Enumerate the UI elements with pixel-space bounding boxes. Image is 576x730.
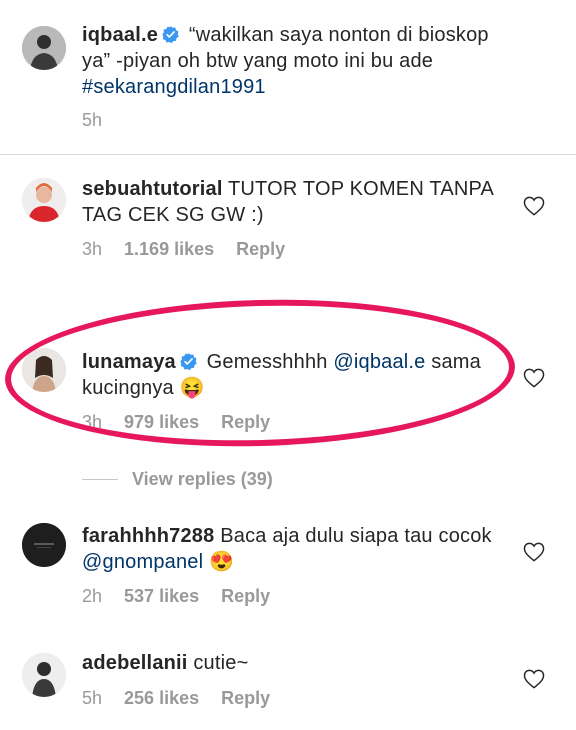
heart-outline-icon[interactable]: [523, 196, 545, 216]
avatar[interactable]: [22, 348, 66, 392]
timestamp: 3h: [82, 412, 103, 432]
username[interactable]: sebuahtutorial: [82, 178, 223, 200]
timestamp: 5h: [82, 688, 103, 708]
verified-badge-icon: [162, 24, 179, 44]
comment-item: farahhhh7288 Baca aja dulu siapa tau coc…: [0, 505, 576, 615]
comment-text: farahhhh7288 Baca aja dulu siapa tau coc…: [82, 523, 502, 575]
avatar[interactable]: [22, 26, 66, 70]
mention-link[interactable]: @gnompanel: [82, 551, 203, 573]
heart-outline-icon[interactable]: [523, 542, 545, 562]
avatar[interactable]: [22, 178, 66, 222]
comment-body: Gemesshhhh: [200, 351, 334, 373]
reply-button[interactable]: Reply: [236, 239, 285, 260]
reply-button[interactable]: Reply: [221, 688, 270, 709]
avatar[interactable]: [22, 653, 66, 697]
avatar-image: [22, 26, 66, 70]
verified-badge-icon: [180, 351, 197, 371]
comment-text: adebellanii cutie~: [82, 650, 502, 676]
comment-text: lunamaya Gemesshhhh @iqbaal.e sama kucin…: [82, 349, 502, 401]
username[interactable]: farahhhh7288: [82, 525, 214, 547]
timestamp: 3h: [82, 239, 103, 259]
likes-count[interactable]: 256 likes: [124, 688, 199, 709]
avatar-image: [22, 348, 66, 392]
likes-count[interactable]: 1.169 likes: [124, 239, 214, 260]
comment-meta: 2h 537 likes Reply: [82, 586, 292, 607]
likes-count[interactable]: 979 likes: [124, 412, 199, 433]
post-caption: iqbaal.e “wakilkan saya nonton di biosko…: [0, 0, 576, 154]
heart-outline-icon[interactable]: [523, 669, 545, 689]
username[interactable]: adebellanii: [82, 652, 188, 674]
view-replies-label: View replies (39): [132, 468, 273, 489]
timestamp: 2h: [82, 586, 103, 606]
avatar[interactable]: [22, 523, 66, 567]
heart-outline-icon[interactable]: [523, 368, 545, 388]
comment-body: cutie~: [187, 652, 249, 674]
username[interactable]: iqbaal.e: [82, 24, 158, 46]
comment-item: sebuahtutorial TUTOR TOP KOMEN TANPA TAG…: [0, 160, 576, 270]
reply-button[interactable]: Reply: [221, 412, 270, 433]
hashtag-link[interactable]: #sekarangdilan1991: [82, 76, 266, 98]
mention-link[interactable]: @iqbaal.e: [333, 351, 425, 373]
avatar-image: [22, 653, 66, 697]
avatar-image: [22, 523, 66, 567]
username[interactable]: lunamaya: [82, 351, 176, 373]
view-replies-button[interactable]: View replies (39): [82, 468, 273, 490]
comment-body: Baca aja dulu siapa tau cocok: [214, 525, 492, 547]
comment-meta: 3h 1.169 likes Reply: [82, 239, 307, 260]
caption-text: iqbaal.e “wakilkan saya nonton di biosko…: [82, 22, 502, 100]
comment-text: sebuahtutorial TUTOR TOP KOMEN TANPA TAG…: [82, 176, 502, 228]
avatar-image: [22, 178, 66, 222]
likes-count[interactable]: 537 likes: [124, 586, 199, 607]
timestamp: 5h: [82, 110, 103, 130]
comment-meta: 5h 256 likes Reply: [82, 688, 292, 709]
comment-body-end: 😍: [203, 551, 235, 573]
caption-meta: 5h: [82, 110, 124, 131]
comment-item: adebellanii cutie~ 5h 256 likes Reply: [0, 635, 576, 725]
comment-item: lunamaya Gemesshhhh @iqbaal.e sama kucin…: [0, 330, 576, 440]
comment-meta: 3h 979 likes Reply: [82, 412, 292, 433]
divider: [0, 154, 576, 155]
reply-button[interactable]: Reply: [221, 586, 270, 607]
replies-divider-line: [82, 478, 118, 480]
